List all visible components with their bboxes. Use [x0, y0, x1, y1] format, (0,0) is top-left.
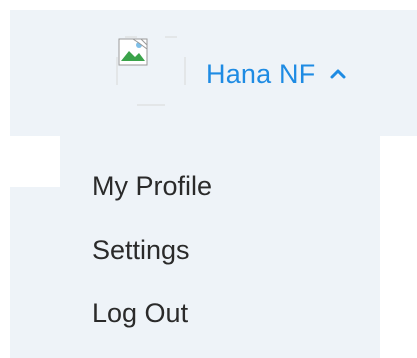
user-menu-toggle[interactable]: Hana NF: [206, 52, 347, 96]
menu-item-log-out[interactable]: Log Out: [92, 293, 188, 333]
broken-image-icon: [116, 36, 186, 106]
dropdown-shadow-strip: [10, 187, 60, 358]
user-name: Hana NF: [206, 58, 316, 89]
chevron-up-icon: [330, 69, 346, 79]
user-dropdown-menu: My Profile Settings Log Out: [60, 136, 380, 358]
avatar[interactable]: [111, 31, 191, 111]
menu-item-my-profile[interactable]: My Profile: [92, 166, 212, 206]
menu-item-settings[interactable]: Settings: [92, 230, 190, 270]
